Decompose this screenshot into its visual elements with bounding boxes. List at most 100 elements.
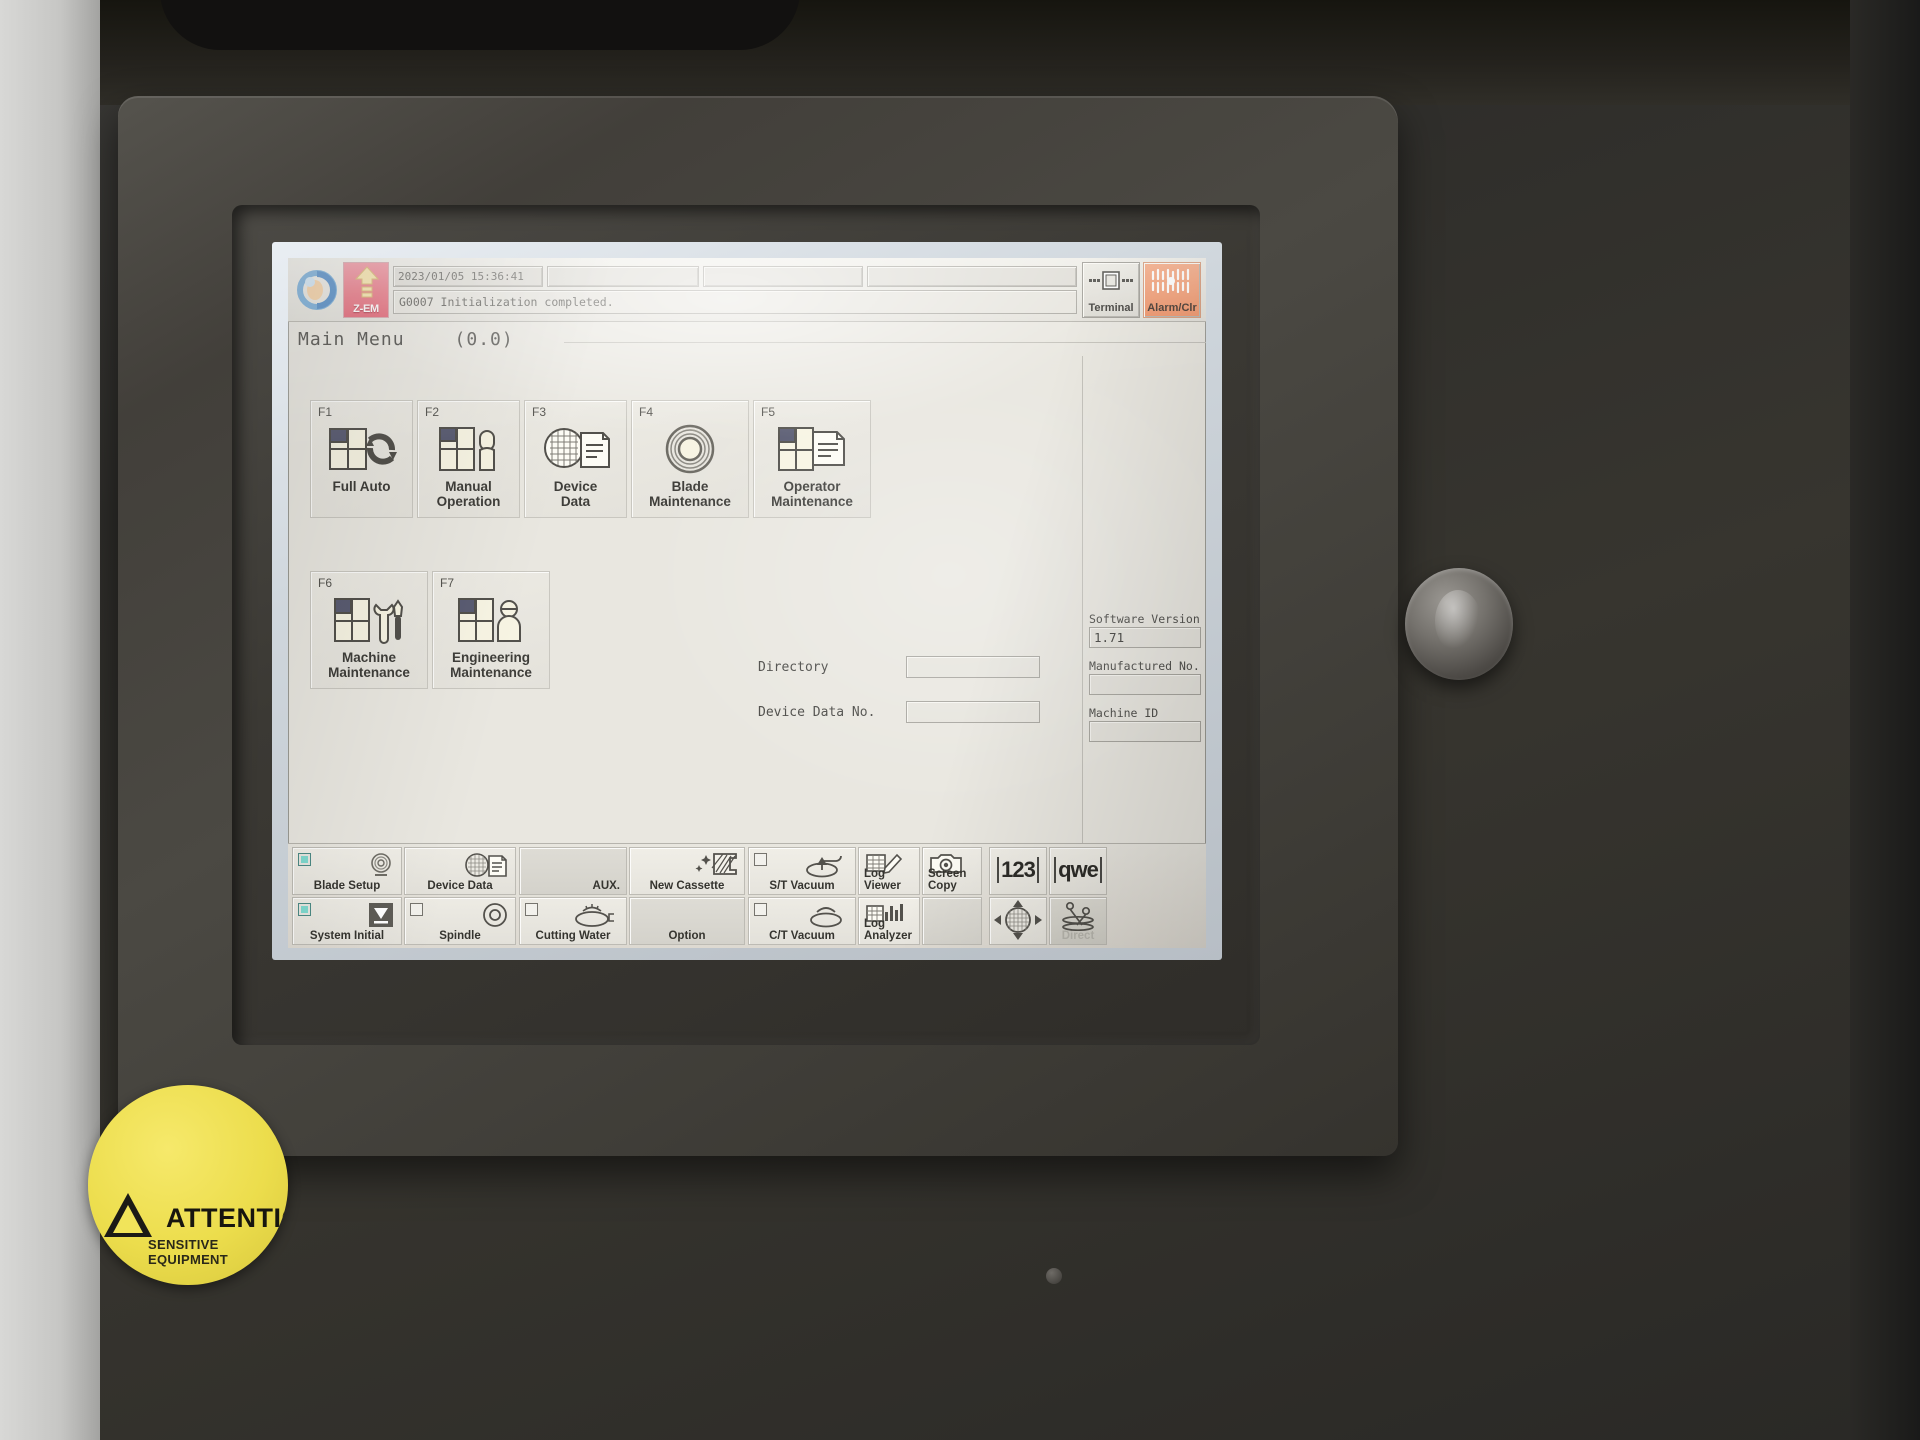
cutting-water-label: Cutting Water xyxy=(535,930,611,942)
manufactured-no-label: Manufactured No. xyxy=(1089,659,1200,673)
toolbar-group-4: 123 qwe Direct xyxy=(989,847,1107,945)
directory-input[interactable] xyxy=(906,656,1040,678)
up-arrow-icon xyxy=(355,265,379,297)
full-auto-icon xyxy=(326,423,398,475)
f2-key-label: F2 xyxy=(425,405,440,419)
blade-setup-label: Blade Setup xyxy=(313,880,381,892)
info-side-panel: Software Version 1.71 Manufactured No. M… xyxy=(1082,356,1206,843)
function-button-f5[interactable]: F5 Operator Maintenance xyxy=(753,400,871,518)
aux-button[interactable]: AUX. xyxy=(519,847,627,895)
system-initial-checkbox[interactable] xyxy=(298,903,311,916)
main-work-area: F1 Full Auto F2 Manual Operation F3 Devi… xyxy=(288,356,1206,843)
system-initial-button[interactable]: System Initial xyxy=(292,897,402,945)
function-button-row-2: F6 Machine Maintenance F7 Engineering Ma… xyxy=(310,571,550,689)
header-fields: 2023/01/05 15:36:41 G0007 Initialization… xyxy=(393,265,1077,314)
toolbar-group-2: AUX. New Cassette Cutting Water Option xyxy=(519,847,745,945)
spindle-button[interactable]: Spindle xyxy=(404,897,516,945)
alarm-icon xyxy=(1151,268,1190,293)
function-button-f6[interactable]: F6 Machine Maintenance xyxy=(310,571,428,689)
software-version-label: Software Version xyxy=(1089,612,1200,626)
function-button-f4[interactable]: F4 Blade Maintenance xyxy=(631,400,749,518)
system-initial-label: System Initial xyxy=(309,930,385,942)
status-field-3 xyxy=(703,265,863,287)
log-analyzer-button[interactable]: Log Analyzer xyxy=(858,897,920,945)
f7-key-label: F7 xyxy=(440,576,455,590)
spindle-checkbox[interactable] xyxy=(410,903,423,916)
header-buttons: Terminal Alarm/Clr xyxy=(1082,261,1201,318)
device-data-no-input[interactable] xyxy=(906,701,1040,723)
alarm-clear-button[interactable]: Alarm/Clr xyxy=(1143,261,1201,318)
ct-vacuum-icon xyxy=(803,902,849,928)
aux-label: AUX. xyxy=(592,880,620,892)
f5-key-label: F5 xyxy=(761,405,776,419)
zem-mode-badge[interactable]: Z-EM xyxy=(343,261,389,318)
new-cassette-button[interactable]: New Cassette xyxy=(629,847,745,895)
function-button-f1[interactable]: F1 Full Auto xyxy=(310,400,413,518)
zem-label: Z-EM xyxy=(353,302,379,315)
function-button-row-1: F1 Full Auto F2 Manual Operation F3 Devi… xyxy=(310,400,871,518)
cutting-water-button[interactable]: Cutting Water xyxy=(519,897,627,945)
blade-maintenance-icon xyxy=(664,423,716,475)
device-data-icon xyxy=(541,423,611,475)
f5-label: Operator Maintenance xyxy=(771,479,853,509)
terminal-icon xyxy=(1089,270,1133,290)
direct-icon xyxy=(1056,901,1102,931)
toolbar-group-1: Blade Setup Device Data System Initial S… xyxy=(292,847,516,945)
f1-key-label: F1 xyxy=(318,405,333,419)
device-data-label: Device Data xyxy=(427,880,493,892)
log-viewer-label: Log Viewer xyxy=(864,868,901,892)
screen-copy-button[interactable]: Screen Copy xyxy=(922,847,982,895)
text-keypad-button[interactable]: qwe xyxy=(1049,847,1107,895)
page-coordinate: (0.0) xyxy=(454,328,514,350)
function-button-f2[interactable]: F2 Manual Operation xyxy=(417,400,520,518)
attention-sticker-subtitle: SENSITIVE EQUIPMENT xyxy=(148,1237,228,1267)
message-line: G0007 Initialization completed. xyxy=(393,289,1077,314)
dpad-wafer-icon xyxy=(992,899,1044,941)
navigation-button[interactable] xyxy=(989,897,1047,945)
info-block: Software Version 1.71 Manufactured No. M… xyxy=(1083,612,1206,753)
toolbar-group-3: S/T Vacuum Log Viewer Screen Copy C/T Va… xyxy=(748,847,982,945)
numeric-keypad-button[interactable]: 123 xyxy=(989,847,1047,895)
st-vacuum-icon xyxy=(803,852,849,878)
function-button-f3[interactable]: F3 Device Data xyxy=(524,400,627,518)
directory-row: Directory xyxy=(758,656,1040,678)
blade-setup-button[interactable]: Blade Setup xyxy=(292,847,402,895)
panel-screw xyxy=(1046,1268,1062,1284)
f4-key-label: F4 xyxy=(639,405,654,419)
new-cassette-icon xyxy=(694,852,738,876)
device-data-button[interactable]: Device Data xyxy=(404,847,516,895)
f2-label: Manual Operation xyxy=(436,479,501,509)
machine-photo: Z-EM 2023/01/05 15:36:41 G0007 Initializ… xyxy=(0,0,1920,1440)
numeric-keypad-icon: 123 xyxy=(997,857,1039,883)
engineering-maintenance-icon xyxy=(456,594,526,646)
device-data-no-label: Device Data No. xyxy=(758,704,876,720)
cutting-water-checkbox[interactable] xyxy=(525,903,538,916)
attention-sticker-title: ATTENTION xyxy=(166,1203,288,1233)
option-label: Option xyxy=(668,930,706,942)
system-initial-icon xyxy=(367,902,395,928)
log-analyzer-label: Log Analyzer xyxy=(864,918,912,942)
function-button-f7[interactable]: F7 Engineering Maintenance xyxy=(432,571,550,689)
st-vacuum-checkbox[interactable] xyxy=(754,853,767,866)
log-viewer-button[interactable]: Log Viewer xyxy=(858,847,920,895)
ct-vacuum-button[interactable]: C/T Vacuum xyxy=(748,897,856,945)
f7-label: Engineering Maintenance xyxy=(450,650,532,680)
machine-id-label: Machine ID xyxy=(1089,706,1159,720)
machine-maintenance-icon xyxy=(332,594,406,646)
option-button[interactable]: Option xyxy=(629,897,745,945)
status-field-2 xyxy=(547,265,699,287)
ct-vacuum-checkbox[interactable] xyxy=(754,903,767,916)
touchscreen-display[interactable]: Z-EM 2023/01/05 15:36:41 G0007 Initializ… xyxy=(288,258,1206,948)
blade-icon xyxy=(367,852,395,878)
direct-button[interactable]: Direct xyxy=(1049,897,1107,945)
panel-lock-knob[interactable] xyxy=(1405,568,1513,680)
terminal-button[interactable]: Terminal xyxy=(1082,261,1140,318)
terminal-label: Terminal xyxy=(1088,301,1134,314)
st-vacuum-button[interactable]: S/T Vacuum xyxy=(748,847,856,895)
f4-label: Blade Maintenance xyxy=(649,479,731,509)
st-vacuum-label: S/T Vacuum xyxy=(769,880,835,892)
device-data-icon xyxy=(465,852,509,878)
f6-label: Machine Maintenance xyxy=(328,650,410,680)
machine-top-notch xyxy=(160,0,800,50)
blade-setup-checkbox[interactable] xyxy=(298,853,311,866)
